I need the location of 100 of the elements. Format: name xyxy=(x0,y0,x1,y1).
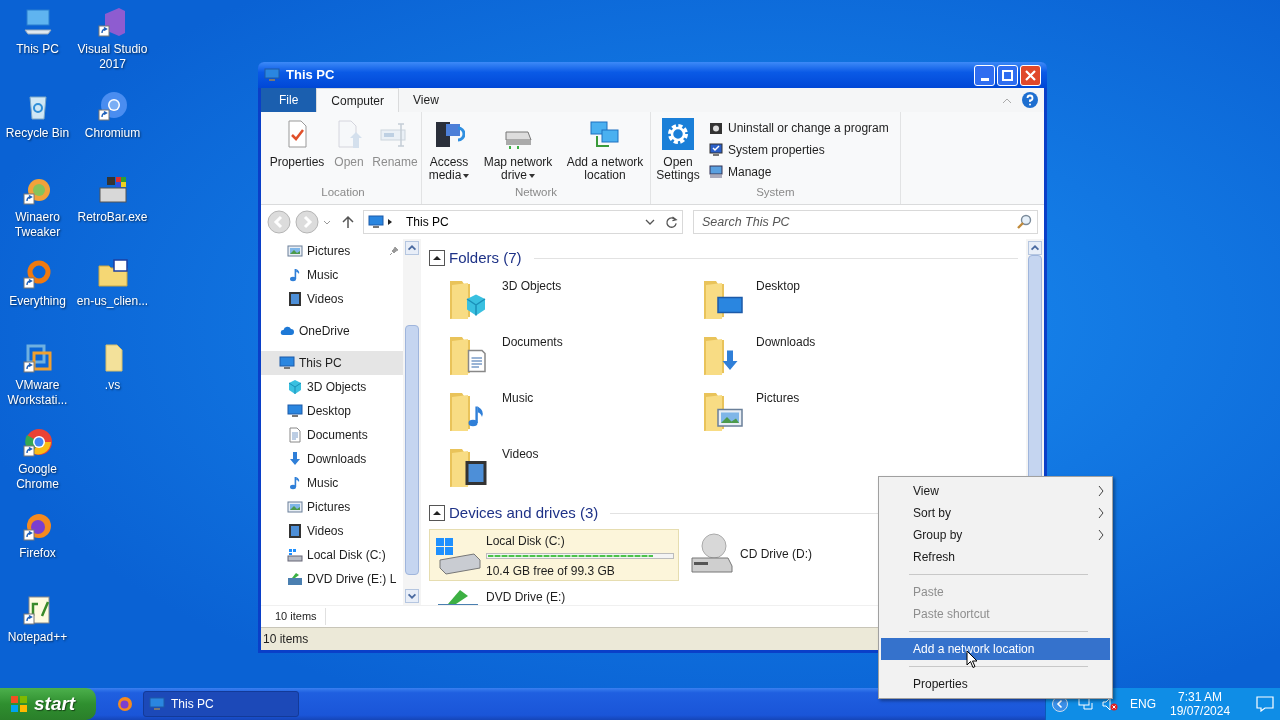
breadcrumb-arrow-icon xyxy=(388,219,392,225)
search-field[interactable]: Search This PC xyxy=(693,210,1038,234)
desktop-shortcut[interactable]: Firefox xyxy=(0,510,75,561)
monitor-icon xyxy=(368,214,384,230)
menu-item[interactable]: Group by xyxy=(881,524,1110,546)
folder-item[interactable]: Desktop xyxy=(683,275,937,331)
ribbon-command[interactable]: Access media xyxy=(425,118,473,184)
window-title: This PC xyxy=(286,66,336,85)
nav-item[interactable]: DVD Drive (E:) L xyxy=(261,567,403,591)
ribbon-command[interactable]: Map network drive xyxy=(477,118,559,184)
nav-item[interactable]: Videos xyxy=(261,519,403,543)
disc-drive-icon xyxy=(287,571,303,587)
drive-name: Local Disk (C:) xyxy=(486,533,566,550)
maximize-icon xyxy=(1002,69,1013,81)
desktop-shortcut[interactable]: Notepad++ xyxy=(0,594,75,645)
monitor-icon xyxy=(149,696,165,712)
dropdown-caret-icon[interactable] xyxy=(645,219,655,225)
menu-item[interactable]: View xyxy=(881,480,1110,502)
ribbon-command[interactable]: Properties xyxy=(268,118,326,184)
minimize-button[interactable] xyxy=(974,64,995,86)
desktop-shortcut[interactable]: Visual Studio 2017 xyxy=(75,6,150,72)
windows-flag-icon xyxy=(10,695,28,713)
scrollbar-thumb[interactable] xyxy=(405,325,419,575)
notification-icon[interactable] xyxy=(1256,696,1274,712)
browser-icon[interactable] xyxy=(117,696,133,712)
desktop-shortcut[interactable]: Google Chrome xyxy=(0,426,75,492)
help-icon[interactable] xyxy=(1022,92,1038,108)
monitors-icon xyxy=(589,118,621,150)
drive-item[interactable]: Local Disk (C:) 10.4 GB free of 99.3 GB xyxy=(429,529,679,581)
nav-item[interactable]: Local Disk (C:) xyxy=(261,543,403,567)
drive-item[interactable]: DVD Drive (E:) xyxy=(429,585,679,605)
ribbon-tab[interactable]: View xyxy=(399,88,453,112)
chevron-right-icon xyxy=(1098,485,1104,497)
browser-icon xyxy=(21,426,54,458)
folder-item[interactable]: 3D Objects xyxy=(429,275,683,331)
refresh-icon[interactable] xyxy=(665,215,678,229)
nav-item[interactable]: Documents xyxy=(261,423,403,447)
menu-item[interactable]: Sort by xyxy=(881,502,1110,524)
nav-item[interactable]: Downloads xyxy=(261,447,403,471)
monitor-icon xyxy=(287,403,303,419)
folder-item[interactable]: Documents xyxy=(429,331,683,387)
ribbon-command[interactable]: Open Settings xyxy=(654,118,702,184)
nav-item[interactable]: Desktop xyxy=(261,399,403,423)
desktop-shortcut[interactable]: Recycle Bin xyxy=(0,90,75,141)
folder-item[interactable]: Music xyxy=(429,387,683,443)
address-bar[interactable]: This PC xyxy=(363,210,683,234)
menu-item[interactable]: Refresh xyxy=(881,546,1110,568)
desktop-shortcut[interactable]: Everything xyxy=(0,258,75,309)
network-icon[interactable] xyxy=(1078,696,1094,712)
scrollbar[interactable] xyxy=(403,239,421,605)
pin-icon xyxy=(389,246,399,256)
collapse-button-icon[interactable] xyxy=(429,505,445,521)
ribbon-small-command[interactable]: Uninstall or change a program xyxy=(708,118,889,137)
ribbon-command[interactable]: Add a network location xyxy=(563,118,647,184)
start-button[interactable]: start xyxy=(0,688,96,720)
history-caret-icon[interactable] xyxy=(323,219,331,225)
language-indicator[interactable]: ENG xyxy=(1130,695,1156,713)
image-icon xyxy=(287,243,303,259)
nav-item[interactable]: This PC xyxy=(261,351,403,375)
minimize-icon xyxy=(980,77,989,81)
desktop-shortcut[interactable]: RetroBar.exe xyxy=(75,174,150,225)
monitor-icon xyxy=(264,67,280,83)
folder-item[interactable]: Videos xyxy=(429,443,683,499)
nav-item[interactable]: Pictures xyxy=(261,495,403,519)
ribbon-small-command[interactable]: Manage xyxy=(708,162,889,181)
desktop-shortcut[interactable]: VMware Workstati... xyxy=(0,342,75,408)
taskbar-button[interactable]: This PC xyxy=(143,691,299,717)
up-arrow-icon[interactable] xyxy=(341,215,355,229)
window-icon xyxy=(96,174,129,206)
desktop-shortcut[interactable]: .vs xyxy=(75,342,150,393)
nav-item[interactable]: Music xyxy=(261,471,403,495)
address-path: This PC xyxy=(406,214,450,231)
section-heading: Devices and drives (3) xyxy=(449,502,599,523)
desktop-shortcut[interactable]: Winaero Tweaker xyxy=(0,174,75,240)
item-count: 10 items xyxy=(261,608,326,625)
nav-item[interactable]: Pictures xyxy=(261,239,403,263)
folder-item[interactable]: Pictures xyxy=(683,387,937,443)
menu-item[interactable]: Properties xyxy=(881,673,1110,695)
ribbon-tab[interactable]: Computer xyxy=(316,88,400,112)
file-tab[interactable]: File xyxy=(261,88,317,112)
clock[interactable]: 7:31 AM 19/07/2024 xyxy=(1170,690,1231,718)
nav-item[interactable]: OneDrive xyxy=(261,319,403,343)
menu-item[interactable]: Add a network location xyxy=(881,638,1110,660)
desktop-shortcut[interactable]: This PC xyxy=(0,6,75,57)
maximize-button[interactable] xyxy=(997,64,1018,86)
desktop-shortcut[interactable]: en-us_clien... xyxy=(75,258,150,309)
nav-item[interactable]: 3D Objects xyxy=(261,375,403,399)
caret-icon xyxy=(463,173,470,178)
nav-item[interactable]: Videos xyxy=(261,287,403,311)
collapse-button-icon[interactable] xyxy=(429,250,445,266)
nav-item[interactable]: Music xyxy=(261,263,403,287)
desktop-shortcut[interactable]: Chromium xyxy=(75,90,150,141)
close-button[interactable] xyxy=(1020,64,1041,86)
ribbon-group-label: System xyxy=(755,185,796,200)
drive-name: DVD Drive (E:) xyxy=(486,589,566,605)
folder-item[interactable]: Downloads xyxy=(683,331,937,387)
download-arrow-icon xyxy=(287,451,303,467)
ribbon-small-command[interactable]: System properties xyxy=(708,140,889,159)
settings-icon xyxy=(662,118,694,150)
ribbon-group-label: Network xyxy=(513,185,559,200)
